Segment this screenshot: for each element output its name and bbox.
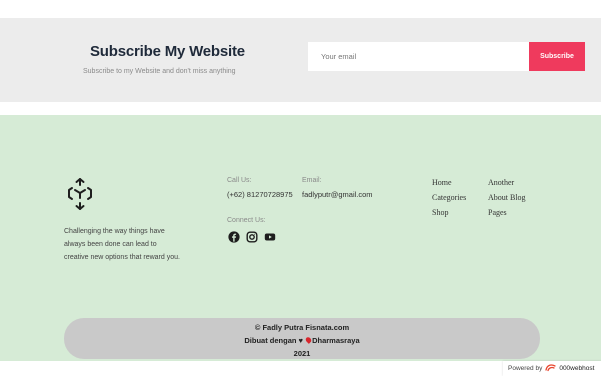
footer-links-col1: Home Categories Shop: [432, 175, 466, 220]
webhost-logo-icon: [545, 363, 556, 374]
subscribe-button[interactable]: Subscribe: [529, 42, 585, 71]
copyright-year: 2021: [293, 349, 311, 358]
phone-number[interactable]: (+62) 81270728975: [227, 190, 293, 199]
social-links: [227, 230, 276, 244]
link-shop[interactable]: Shop: [432, 205, 466, 220]
subscribe-section: Subscribe My Website Subscribe to my Web…: [0, 18, 601, 102]
section-gap: [0, 102, 601, 115]
powered-by-badge[interactable]: Powered by 000webhost: [503, 361, 601, 376]
footer-tagline: Challenging the way things have always b…: [64, 228, 180, 261]
link-pages[interactable]: Pages: [488, 205, 526, 220]
made-with-prefix: Dibuat dengan ♥: [244, 336, 306, 345]
youtube-icon[interactable]: [263, 230, 276, 243]
email-address[interactable]: fadlyputr@gmail.com: [302, 190, 373, 199]
subscribe-title: Subscribe My Website: [90, 43, 245, 60]
link-about-blog[interactable]: About Blog: [488, 190, 526, 205]
facebook-icon[interactable]: [227, 230, 240, 243]
link-categories[interactable]: Categories: [432, 190, 466, 205]
powered-by-text: Powered by: [508, 365, 543, 372]
copyright-line: © Fadly Putra Fisnata.com: [254, 323, 350, 332]
link-home[interactable]: Home: [432, 175, 466, 190]
email-input[interactable]: [308, 42, 529, 71]
footer: Challenging the way things have always b…: [0, 115, 601, 361]
subscribe-description: Subscribe to my Website and don't miss a…: [83, 68, 236, 75]
copyright-bar: © Fadly Putra Fisnata.com Dibuat dengan …: [64, 318, 540, 359]
top-strip: [0, 0, 601, 18]
made-with-location: Dharmasraya: [312, 336, 360, 345]
instagram-icon[interactable]: [245, 230, 258, 243]
call-label: Call Us:: [227, 177, 252, 184]
box-arrows-icon: [64, 174, 96, 214]
made-with-line: Dibuat dengan ♥ Dharmasraya: [64, 334, 540, 347]
footer-links-col2: Another About Blog Pages: [488, 175, 526, 220]
connect-label: Connect Us:: [227, 217, 266, 224]
email-label: Email:: [302, 177, 322, 184]
powered-by-brand: 000webhost: [559, 365, 595, 372]
link-another[interactable]: Another: [488, 175, 526, 190]
